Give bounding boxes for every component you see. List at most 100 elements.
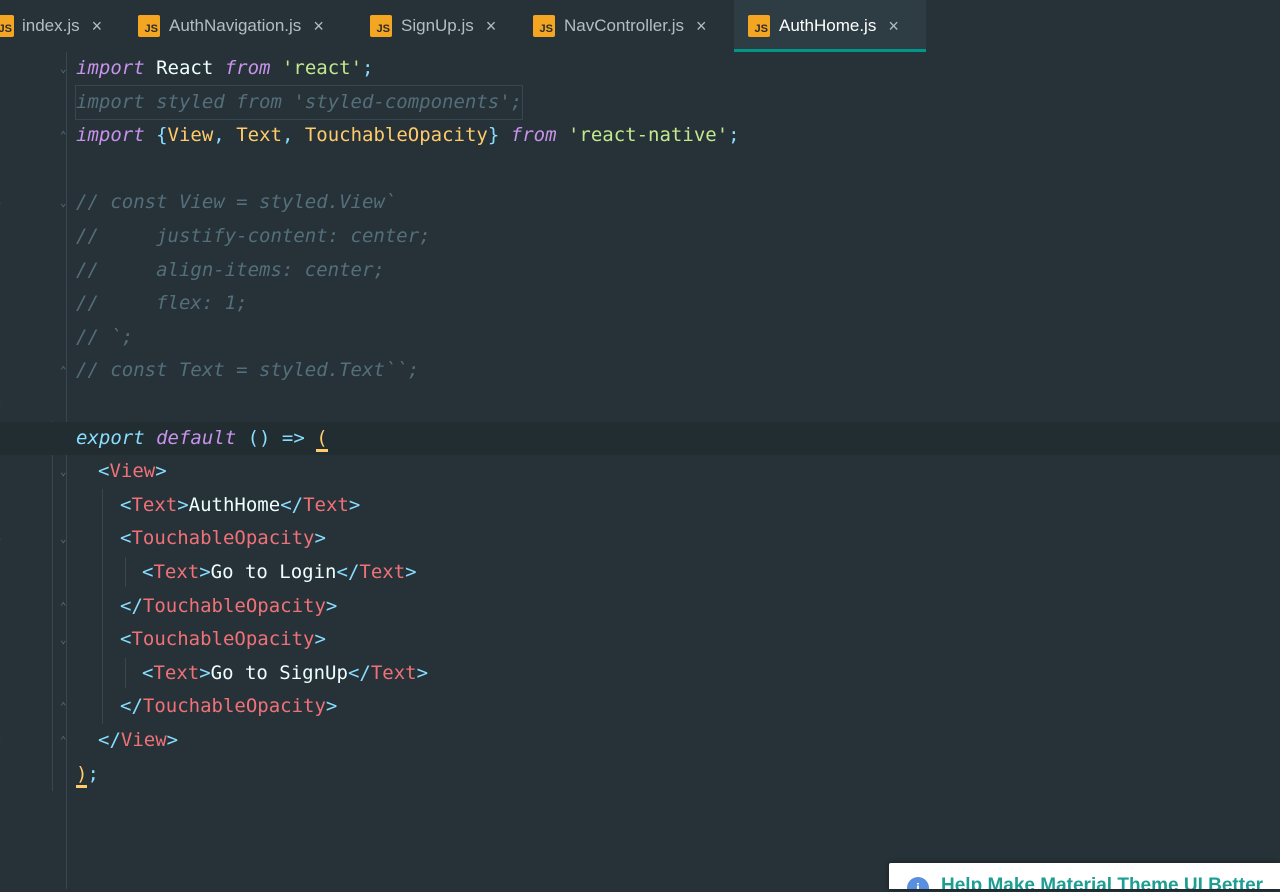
code-line-2: 2 import styled from 'styled-components'… xyxy=(0,84,1280,145)
tag-bracket: </ xyxy=(120,594,143,617)
comment: // align-items: center; xyxy=(76,258,385,281)
jsx-tag: Text xyxy=(303,493,349,516)
jsx-tag: View xyxy=(109,460,156,483)
code-line-1: 1 ⌄ import React from 'react'; xyxy=(0,52,1280,112)
tag-bracket: > xyxy=(405,561,417,583)
tab-authnavigation-js[interactable]: JS AuthNavigation.js × xyxy=(131,0,363,52)
js-file-icon: JS xyxy=(138,15,160,37)
code-line-9: 9 // `; xyxy=(0,321,1280,381)
close-icon[interactable]: × xyxy=(313,16,324,37)
comment: // const Text = styled.Text``; xyxy=(76,359,420,382)
code-line-21: 1 ⌃ </View> xyxy=(0,724,1280,784)
tag-bracket: > xyxy=(325,695,338,718)
matched-paren: ) xyxy=(76,762,88,788)
tag-bracket: < xyxy=(120,493,132,516)
close-icon[interactable]: × xyxy=(888,16,899,37)
tab-navcontroller-js[interactable]: JS NavController.js × xyxy=(526,0,734,52)
tab-index-js[interactable]: JS index.js × xyxy=(0,0,131,52)
code-line-5: 5 ⌄ // const View = styled.View` xyxy=(0,186,1280,246)
fold-icon[interactable]: ⌄ xyxy=(60,634,71,645)
identifier: TouchableOpacity xyxy=(304,124,488,147)
identifier: Text xyxy=(236,124,282,147)
code-line-13: 3 ⌄ <View> xyxy=(0,455,1280,515)
code-line-7: 7 // align-items: center; xyxy=(0,254,1280,314)
code-editor[interactable]: 1 ⌄ import React from 'react'; 2 import … xyxy=(0,52,1280,889)
arrow-function: () => xyxy=(236,426,317,449)
fold-icon[interactable]: ⌃ xyxy=(60,601,71,612)
tag-bracket: </ xyxy=(98,729,121,751)
comment: // const View = styled.View` xyxy=(76,191,397,214)
jsx-text: Go to Login xyxy=(210,561,337,583)
tab-bar: JS index.js × JS AuthNavigation.js × JS … xyxy=(0,0,1280,53)
keyword: from xyxy=(510,124,557,147)
fold-icon[interactable]: ⌃ xyxy=(60,130,71,141)
tag-bracket: > xyxy=(314,628,326,651)
tag-bracket: </ xyxy=(280,493,304,516)
punctuation: ; xyxy=(87,762,99,785)
string: 'react-native' xyxy=(567,124,729,147)
fold-icon[interactable]: ⌃ xyxy=(60,735,71,746)
js-file-icon: JS xyxy=(370,15,392,37)
tag-bracket: < xyxy=(98,460,110,483)
tag-bracket: > xyxy=(348,493,361,516)
code-line-19: 9 <Text>Go to SignUp</Text> xyxy=(0,657,1280,717)
unused-import: import styled from 'styled-components'; xyxy=(74,84,524,121)
tag-bracket: < xyxy=(142,561,154,583)
comment: // justify-content: center; xyxy=(76,225,431,247)
code-line-11: 1 xyxy=(0,388,1280,448)
code-line-14: 4 <Text>AuthHome</Text> xyxy=(0,489,1280,549)
keyword: from xyxy=(224,57,271,79)
tag-bracket: > xyxy=(155,460,167,483)
jsx-tag: Text xyxy=(131,493,178,516)
code-line-10: 0 ⌃ // const Text = styled.Text``; xyxy=(0,354,1280,414)
line-number: 3 xyxy=(0,825,11,859)
tag-bracket: </ xyxy=(336,561,360,583)
jsx-tag: TouchableOpacity xyxy=(131,628,315,651)
tab-label: AuthHome.js xyxy=(779,16,877,35)
tag-bracket: </ xyxy=(347,661,371,684)
close-icon[interactable]: × xyxy=(92,16,103,37)
notification-balloon[interactable]: i Help Make Material Theme UI Better xyxy=(889,863,1280,889)
identifier: React xyxy=(144,57,225,79)
tag-bracket: > xyxy=(199,561,211,583)
tab-authhome-js[interactable]: JS AuthHome.js × xyxy=(734,0,926,52)
jsx-tag: Text xyxy=(153,661,200,684)
notification-message[interactable]: Help Make Material Theme UI Better xyxy=(941,875,1263,889)
punctuation: } xyxy=(487,124,511,147)
tag-bracket: > xyxy=(166,729,179,751)
close-icon[interactable]: × xyxy=(486,16,497,37)
code-line-22: 2 ); xyxy=(0,758,1280,817)
punctuation: ; xyxy=(362,57,374,79)
jsx-tag: TouchableOpacity xyxy=(131,527,315,550)
code-line-3: 3 ⌃ import {View, Text, TouchableOpacity… xyxy=(0,119,1280,179)
tab-label: AuthNavigation.js xyxy=(169,16,302,35)
tag-bracket: > xyxy=(177,493,189,516)
tag-bracket: < xyxy=(142,661,154,684)
tab-signup-js[interactable]: JS SignUp.js × xyxy=(363,0,526,52)
fold-icon[interactable]: ⌄ xyxy=(60,63,71,74)
jsx-text: Go to SignUp xyxy=(210,661,348,684)
fold-icon[interactable]: ⌃ xyxy=(60,701,71,712)
code-line-8: 8 // flex: 1; xyxy=(0,287,1280,347)
punctuation: { xyxy=(144,124,168,147)
identifier: View xyxy=(167,124,214,147)
code-line-6: 6 // justify-content: center; xyxy=(0,220,1280,280)
jsx-tag: Text xyxy=(370,661,417,684)
tag-bracket: < xyxy=(120,527,132,550)
code-line-20: 0 ⌃ </TouchableOpacity> xyxy=(0,690,1280,750)
close-icon[interactable]: × xyxy=(696,16,707,37)
keyword: import xyxy=(76,124,145,147)
code-line-23: 3 xyxy=(0,791,1280,851)
fold-icon[interactable]: ⌃ xyxy=(60,365,71,376)
tag-bracket: > xyxy=(416,661,429,684)
js-file-icon: JS xyxy=(533,15,555,37)
comment: // flex: 1; xyxy=(76,292,248,315)
fold-icon[interactable]: ⌄ xyxy=(60,533,71,544)
fold-icon[interactable]: ⌄ xyxy=(60,197,71,208)
code-line-15: 5 ⌄ <TouchableOpacity> xyxy=(0,522,1280,582)
fold-icon[interactable]: ⌄ xyxy=(60,466,71,477)
tab-label: index.js xyxy=(22,16,80,35)
